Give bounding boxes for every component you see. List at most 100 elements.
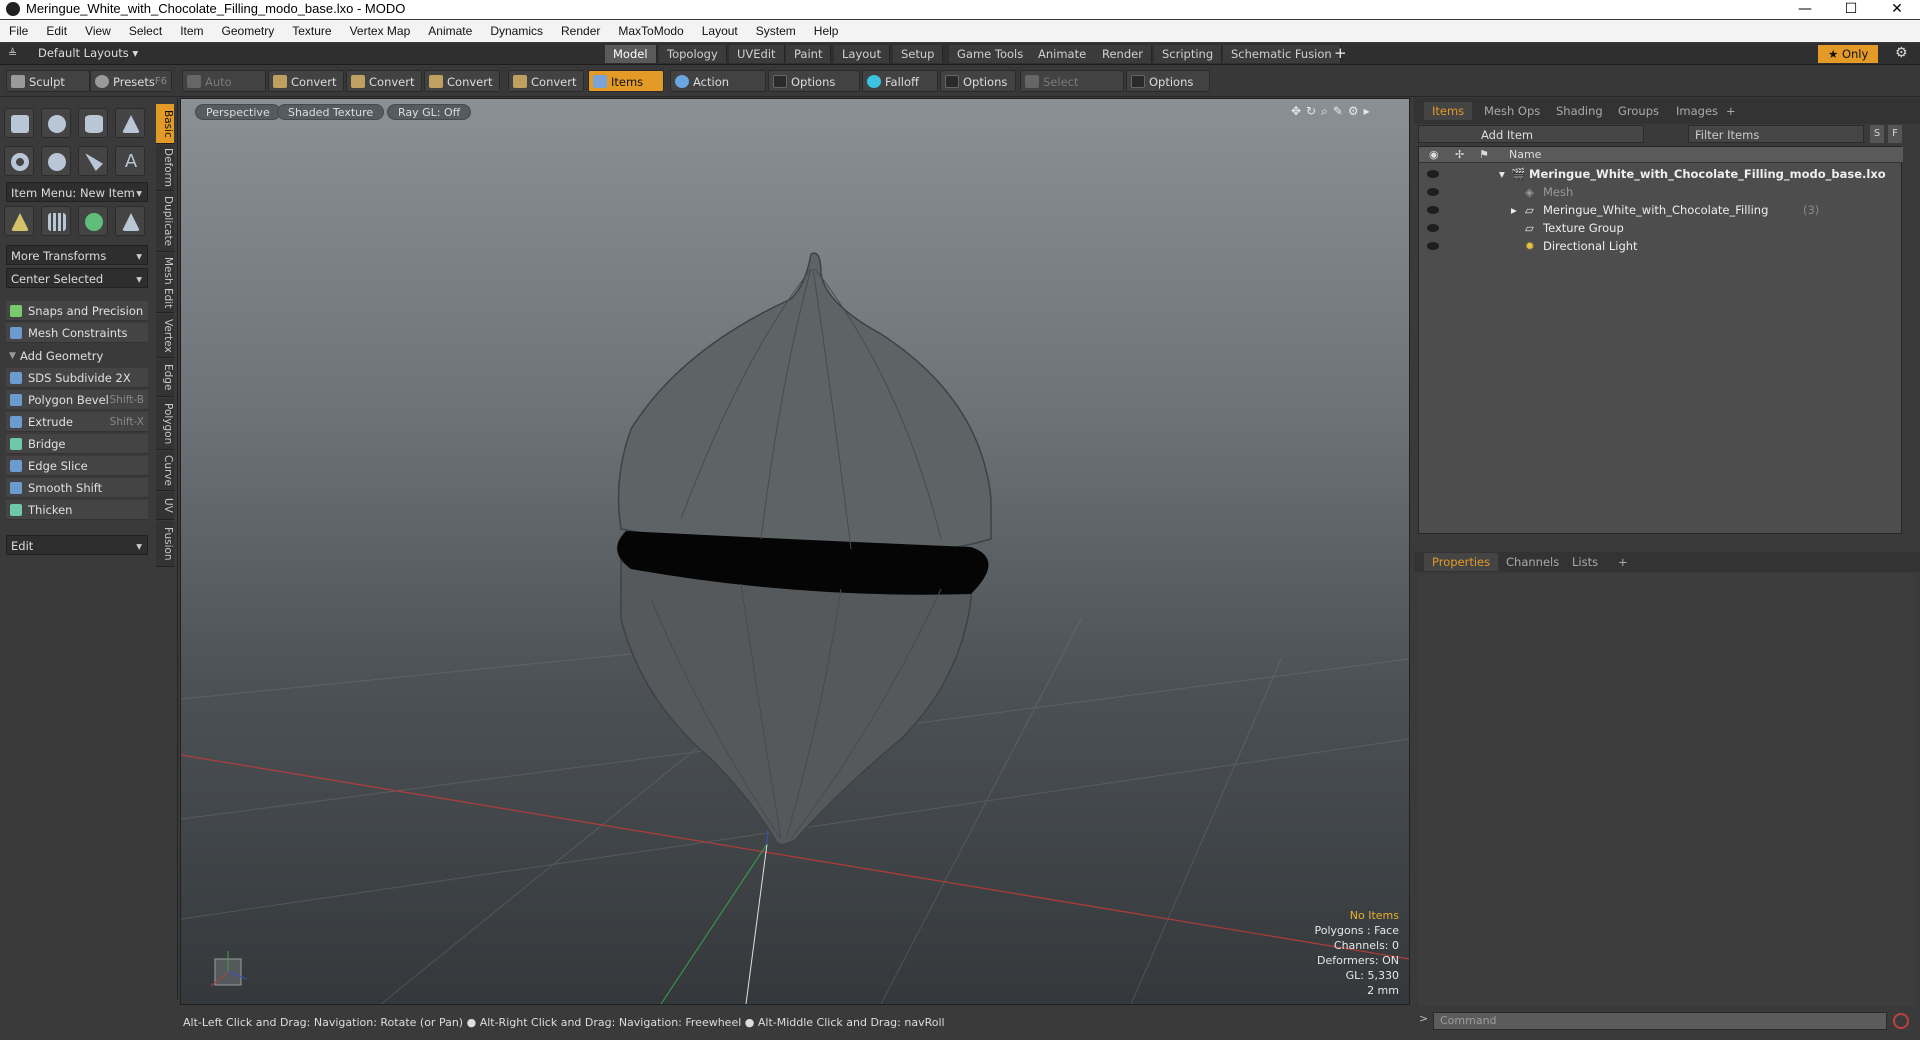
tab-properties[interactable]: Properties	[1424, 553, 1499, 571]
snaps-precision-button[interactable]: Snaps and Precision	[6, 301, 148, 321]
menu-geometry[interactable]: Geometry	[213, 20, 284, 42]
vtab-polygon[interactable]: Polygon	[156, 398, 174, 450]
layout-arrow-icon[interactable]: ≜	[8, 47, 18, 60]
extrude-button[interactable]: Extrude Shift-X	[6, 412, 148, 432]
auto-select-button[interactable]: Auto Select	[182, 70, 266, 111]
cylinder-icon[interactable]	[78, 108, 108, 138]
vtab-edge[interactable]: Edge	[156, 359, 174, 397]
bridge-button[interactable]: Bridge	[6, 434, 148, 454]
expand-arrow-icon[interactable]: ▾	[1499, 165, 1505, 183]
command-input[interactable]: Command	[1433, 1012, 1887, 1030]
falloff-button[interactable]: Falloff	[862, 70, 938, 92]
menu-texture[interactable]: Texture	[283, 20, 340, 42]
tab-mesh-ops[interactable]: Mesh Ops	[1476, 102, 1548, 120]
globe-icon[interactable]	[78, 206, 108, 236]
mesh-constraints-button[interactable]: Mesh Constraints	[6, 323, 148, 343]
tab-lists[interactable]: Lists	[1564, 553, 1606, 571]
meringue-model[interactable]	[617, 252, 992, 846]
tab-groups[interactable]: Groups	[1610, 102, 1667, 120]
options-button-1[interactable]: Options	[768, 70, 860, 92]
eye-icon[interactable]	[1427, 206, 1439, 214]
record-icon[interactable]	[1893, 1013, 1909, 1029]
vtab-fusion[interactable]: Fusion	[156, 521, 174, 567]
options-button-3[interactable]: Options	[1126, 70, 1210, 92]
menu-dynamics[interactable]: Dynamics	[481, 20, 552, 42]
tab-render[interactable]: Render	[1094, 45, 1152, 63]
name-column-header[interactable]: Name	[1509, 147, 1541, 163]
sphere-icon[interactable]	[41, 108, 71, 138]
3d-viewport[interactable]: Perspective Shaded Texture Ray GL: Off ✥…	[180, 98, 1410, 1005]
menu-edit[interactable]: Edit	[37, 20, 76, 42]
text-icon[interactable]: A	[115, 146, 145, 176]
filter-items-input[interactable]: Filter Items	[1688, 125, 1864, 143]
close-button[interactable]: ✕	[1874, 0, 1920, 19]
vtab-uv[interactable]: UV	[156, 492, 174, 520]
tab-topology[interactable]: Topology	[659, 45, 727, 63]
only-toggle[interactable]: ★ Only	[1818, 45, 1879, 63]
convert-button-4[interactable]: Convert	[508, 70, 584, 92]
convert-button-1[interactable]: Convert	[268, 70, 344, 92]
tab-game-tools[interactable]: Game Tools	[949, 45, 1033, 63]
tab-uvedit[interactable]: UVEdit	[729, 45, 785, 63]
maximize-button[interactable]: ☐	[1828, 0, 1874, 19]
eye-icon[interactable]	[1427, 242, 1439, 250]
menu-layout[interactable]: Layout	[693, 20, 747, 42]
items-mode-button[interactable]: Items	[588, 70, 664, 92]
tab-layout[interactable]: Layout	[834, 45, 891, 63]
s-filter-button[interactable]: S	[1870, 125, 1884, 143]
tab-channels[interactable]: Channels	[1498, 553, 1567, 571]
item-menu-dropdown[interactable]: Item Menu: New Item	[6, 182, 148, 203]
convert-button-2[interactable]: Convert	[346, 70, 422, 92]
vtab-deform[interactable]: Deform	[156, 145, 174, 191]
eye-icon[interactable]	[1427, 170, 1439, 178]
edge-slice-button[interactable]: Edge Slice	[6, 456, 148, 476]
action-center-button[interactable]: Action Center	[670, 70, 766, 111]
options-button-2[interactable]: Options	[940, 70, 1016, 92]
tab-scripting[interactable]: Scripting	[1154, 45, 1223, 63]
edit-dropdown[interactable]: Edit	[6, 535, 148, 556]
menu-select[interactable]: Select	[120, 20, 171, 42]
eye-icon[interactable]	[1427, 224, 1439, 232]
polygon-bevel-button[interactable]: Polygon Bevel Shift-B	[6, 390, 148, 410]
convert-button-3[interactable]: Convert	[424, 70, 500, 92]
tab-model[interactable]: Model	[605, 45, 657, 63]
vtab-curve[interactable]: Curve	[156, 451, 174, 491]
list-item-directional-light[interactable]: ✹ Directional Light	[1419, 237, 1903, 255]
menu-vertex-map[interactable]: Vertex Map	[341, 20, 420, 42]
add-tab-button[interactable]: +	[1718, 102, 1744, 120]
smooth-shift-button[interactable]: Smooth Shift	[6, 478, 148, 498]
thicken-button[interactable]: Thicken	[6, 500, 148, 520]
add-item-dropdown[interactable]: Add Item	[1418, 125, 1644, 143]
vtab-basic[interactable]: Basic	[156, 104, 174, 144]
menu-item[interactable]: Item	[171, 20, 212, 42]
capsule-icon[interactable]	[41, 146, 71, 176]
menu-system[interactable]: System	[747, 20, 805, 42]
pyramid-icon[interactable]	[115, 206, 145, 236]
center-selected-dropdown[interactable]: Center Selected	[6, 268, 148, 289]
tab-shading[interactable]: Shading	[1548, 102, 1611, 120]
expand-arrow-icon[interactable]: ▸	[1511, 201, 1517, 219]
f-filter-button[interactable]: F	[1888, 125, 1902, 143]
cone-icon[interactable]	[115, 108, 145, 138]
menu-animate[interactable]: Animate	[419, 20, 481, 42]
tab-animate[interactable]: Animate	[1030, 45, 1096, 63]
tab-setup[interactable]: Setup	[893, 45, 944, 63]
menu-help[interactable]: Help	[805, 20, 848, 42]
torus-icon[interactable]	[4, 146, 34, 176]
default-layouts-dropdown[interactable]: Default Layouts ▾	[38, 46, 138, 60]
eye-icon[interactable]	[1427, 188, 1439, 196]
list-item-meringue[interactable]: ▸ ▱ Meringue_White_with_Chocolate_Filling(…	[1419, 201, 1903, 219]
tab-paint[interactable]: Paint	[786, 45, 832, 63]
grid-icon[interactable]	[41, 206, 71, 236]
tab-items[interactable]: Items	[1424, 102, 1473, 120]
vtab-vertex[interactable]: Vertex	[156, 314, 174, 358]
list-item-mesh[interactable]: ◈ Mesh	[1419, 183, 1903, 201]
menu-maxtomodo[interactable]: MaxToModo	[609, 20, 692, 42]
menu-file[interactable]: File	[0, 20, 37, 42]
minimize-button[interactable]: —	[1782, 0, 1828, 19]
sculpt-button[interactable]: Sculpt	[6, 70, 90, 92]
add-layout-tab-button[interactable]: +	[1334, 44, 1347, 62]
list-item-texture-group[interactable]: ▱ Texture Group	[1419, 219, 1903, 237]
tab-schematic-fusion[interactable]: Schematic Fusion	[1223, 45, 1341, 63]
select-through-button[interactable]: Select Through	[1020, 70, 1124, 111]
